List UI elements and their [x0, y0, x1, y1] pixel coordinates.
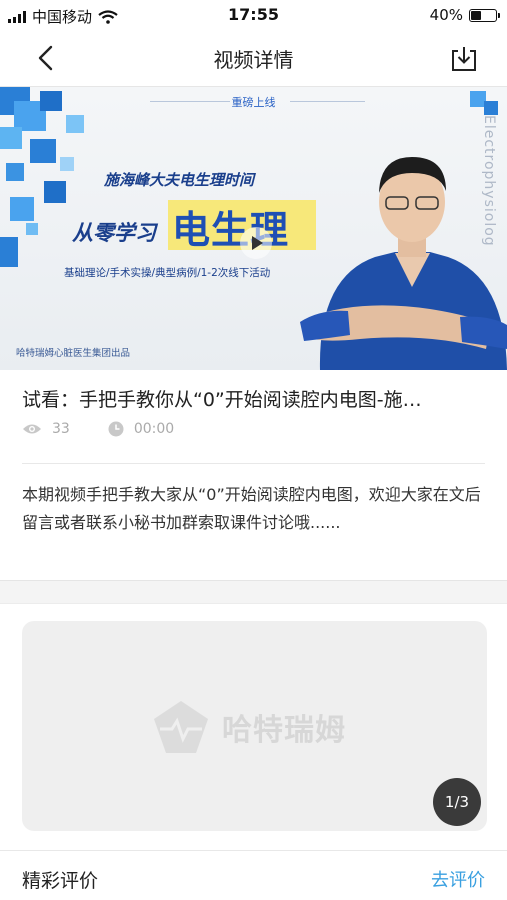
clock-icon [108, 421, 124, 437]
nav-bar: 视频详情 [0, 30, 507, 87]
status-right: 40% [429, 6, 500, 24]
video-description: 本期视频手把手教大家从“0”开始阅读腔内电图，欢迎大家在文后留言或者联系小秘书加… [22, 485, 481, 532]
section-gap [0, 580, 507, 604]
duration-meta: 00:00 [108, 421, 174, 437]
carousel-logo: 哈特瑞姆 [150, 699, 346, 755]
write-review-link[interactable]: 去评价 [431, 866, 485, 892]
download-icon[interactable] [449, 44, 479, 74]
heart-logo-icon [154, 701, 208, 753]
duration: 00:00 [133, 421, 175, 437]
video-player[interactable]: 重磅上线 施海峰大夫电生理时间 从零学习 电生理 基础理论/手术实操/典型病例/… [0, 87, 507, 370]
banner-side-text: Electrophysiolog [481, 115, 497, 247]
battery-percent: 40% [429, 6, 463, 24]
status-bar: 中国移动 17:55 40% [0, 0, 507, 30]
divider [0, 850, 507, 851]
divider [22, 463, 485, 464]
banner-credit: 哈特瑞姆心脏医生集团出品 [16, 348, 131, 359]
video-meta: 33 00:00 [22, 421, 212, 437]
banner-main-left: 从零学习 [72, 221, 156, 245]
video-title: 试看：手把手教你从“0”开始阅读腔内电图-施… [22, 389, 422, 411]
view-count: 33 [52, 421, 70, 437]
page-title: 视频详情 [213, 48, 294, 72]
image-carousel[interactable]: 哈特瑞姆 1/3 [22, 621, 487, 831]
page-indicator: 1/3 [433, 778, 481, 826]
banner-subtitle: 施海峰大夫电生理时间 [104, 171, 255, 189]
logo-text: 哈特瑞姆 [222, 713, 346, 748]
banner-tag: 重磅上线 [231, 96, 276, 109]
reviews-title: 精彩评价 [22, 870, 99, 892]
banner-topics: 基础理论/手术实操/典型病例/1-2次线下活动 [64, 267, 271, 279]
play-icon[interactable] [240, 227, 272, 259]
views-meta: 33 [22, 421, 70, 437]
battery-icon [469, 8, 500, 22]
eye-icon [23, 424, 41, 434]
